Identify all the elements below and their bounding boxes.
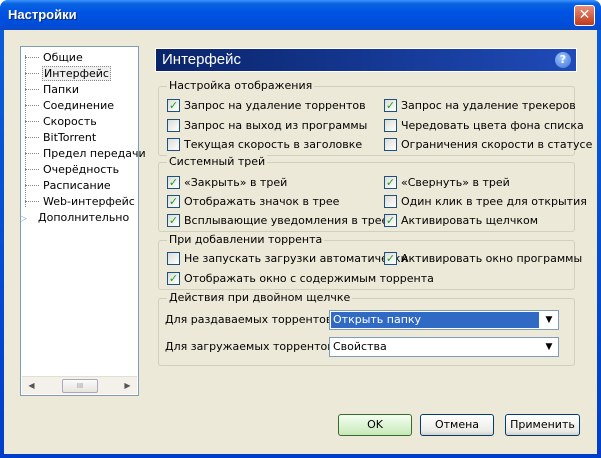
- single-click-tray-open-checkbox[interactable]: Один клик в трее для открытия: [384, 194, 587, 209]
- tree-item-queueing[interactable]: Очерёдность: [25, 162, 120, 178]
- downloading-action-label: Для загружаемых торрентов:: [165, 340, 338, 353]
- group-legend: Настройка отображения: [167, 79, 315, 92]
- tree-item-advanced[interactable]: ▷ Дополнительно: [20, 210, 130, 226]
- tree-item-interface[interactable]: Интерфейс: [25, 66, 111, 82]
- tree-item-speed[interactable]: Скорость: [25, 114, 98, 130]
- seeding-action-label: Для раздаваемых торрентов:: [165, 313, 337, 326]
- speed-limits-in-status-checkbox[interactable]: Ограничения скорости в статусе: [384, 137, 592, 152]
- tree-item-scheduler[interactable]: Расписание: [25, 178, 112, 194]
- checkbox-box: ✓: [384, 98, 397, 112]
- cancel-button[interactable]: Отмена: [420, 414, 494, 436]
- checkbox-box: [384, 118, 397, 132]
- alternate-list-bg-checkbox[interactable]: Чередовать цвета фона списка: [384, 118, 584, 133]
- scroll-right-icon[interactable]: ▶: [120, 378, 135, 393]
- display-settings-group: Настройка отображения ✓ Запрос на удалени…: [158, 79, 592, 156]
- when-adding-torrent-group: При добавлении торрента Не запускать заг…: [158, 233, 582, 290]
- tree-horizontal-scrollbar[interactable]: ◀ III ▶: [22, 376, 137, 394]
- checkbox-box: ✓: [384, 251, 397, 265]
- tray-balloon-notifications-checkbox[interactable]: ✓ Всплывающие уведомления в трее: [167, 213, 388, 228]
- tree-item-transfer-cap[interactable]: Предел передачи: [25, 146, 147, 162]
- close-button[interactable]: ✕: [574, 5, 595, 26]
- dont-start-automatically-checkbox[interactable]: Не запускать загрузки автоматически: [167, 251, 408, 266]
- panel-header: Интерфейс ?: [155, 48, 577, 72]
- system-tray-group: Системный трей ✓ «Закрыть» в трей ✓ «Сверн…: [158, 155, 587, 232]
- checkbox-box: ✓: [167, 98, 180, 112]
- downloading-action-select[interactable]: Свойства ▼: [329, 337, 559, 357]
- checkbox-box: [167, 137, 180, 151]
- close-to-tray-checkbox[interactable]: ✓ «Закрыть» в трей: [167, 175, 287, 190]
- chevron-down-icon[interactable]: ▼: [541, 312, 557, 328]
- show-torrent-contents-checkbox[interactable]: ✓ Отображать окно с содержимым торрента: [167, 271, 434, 286]
- scroll-left-icon[interactable]: ◀: [24, 378, 39, 393]
- help-icon[interactable]: ?: [555, 52, 571, 68]
- checkbox-box: ✓: [384, 213, 397, 227]
- close-icon: ✕: [578, 7, 591, 23]
- minimize-to-tray-checkbox[interactable]: ✓ «Свернуть» в трей: [384, 175, 510, 190]
- ok-button[interactable]: OK: [338, 414, 412, 436]
- tree-item-folders[interactable]: Папки: [25, 82, 80, 98]
- group-legend: При добавлении торрента: [167, 233, 325, 246]
- double-click-actions-group: Действия при двойном щелчке Для раздавае…: [158, 291, 575, 366]
- checkbox-box: ✓: [167, 175, 180, 189]
- checkbox-box: ✓: [384, 175, 397, 189]
- confirm-delete-trackers-checkbox[interactable]: ✓ Запрос на удаление трекеров: [384, 98, 576, 113]
- tree-item-general[interactable]: Общие: [25, 50, 84, 66]
- tree-item-connection[interactable]: Соединение: [25, 98, 115, 114]
- activate-on-click-checkbox[interactable]: ✓ Активировать щелчком: [384, 213, 538, 228]
- speed-in-title-checkbox[interactable]: Текущая скорость в заголовке: [167, 137, 362, 152]
- scrollbar-thumb[interactable]: III: [62, 379, 98, 393]
- group-legend: Действия при двойном щелчке: [167, 291, 353, 304]
- expand-arrow-icon[interactable]: ▷: [20, 211, 31, 227]
- checkbox-box: ✓: [167, 194, 180, 208]
- seeding-action-select[interactable]: Открыть папку ▼: [329, 310, 559, 330]
- checkbox-box: ✓: [167, 213, 180, 227]
- confirm-delete-torrents-checkbox[interactable]: ✓ Запрос на удаление торрентов: [167, 98, 366, 113]
- tree-item-bittorrent[interactable]: BitTorrent: [25, 130, 97, 146]
- checkbox-box: [384, 194, 397, 208]
- checkbox-box: [167, 118, 180, 132]
- show-tray-icon-checkbox[interactable]: ✓ Отображать значок в трее: [167, 194, 339, 209]
- chevron-down-icon[interactable]: ▼: [541, 339, 557, 355]
- activate-program-window-checkbox[interactable]: ✓ Активировать окно программы: [384, 251, 582, 266]
- panel-title: Интерфейс: [162, 51, 242, 68]
- checkbox-box: [384, 137, 397, 151]
- settings-tree: Общие Интерфейс Папки Соединение Скорост…: [20, 46, 146, 396]
- window-title: Настройки: [8, 7, 77, 22]
- group-legend: Системный трей: [167, 155, 268, 168]
- title-bar[interactable]: Настройки ✕: [0, 0, 601, 30]
- tree-item-webui[interactable]: Web-интерфейс: [25, 194, 136, 210]
- confirm-exit-checkbox[interactable]: Запрос на выход из программы: [167, 118, 367, 133]
- checkbox-box: ✓: [167, 271, 180, 285]
- apply-button[interactable]: Применить: [505, 414, 580, 436]
- checkbox-box: [167, 251, 180, 265]
